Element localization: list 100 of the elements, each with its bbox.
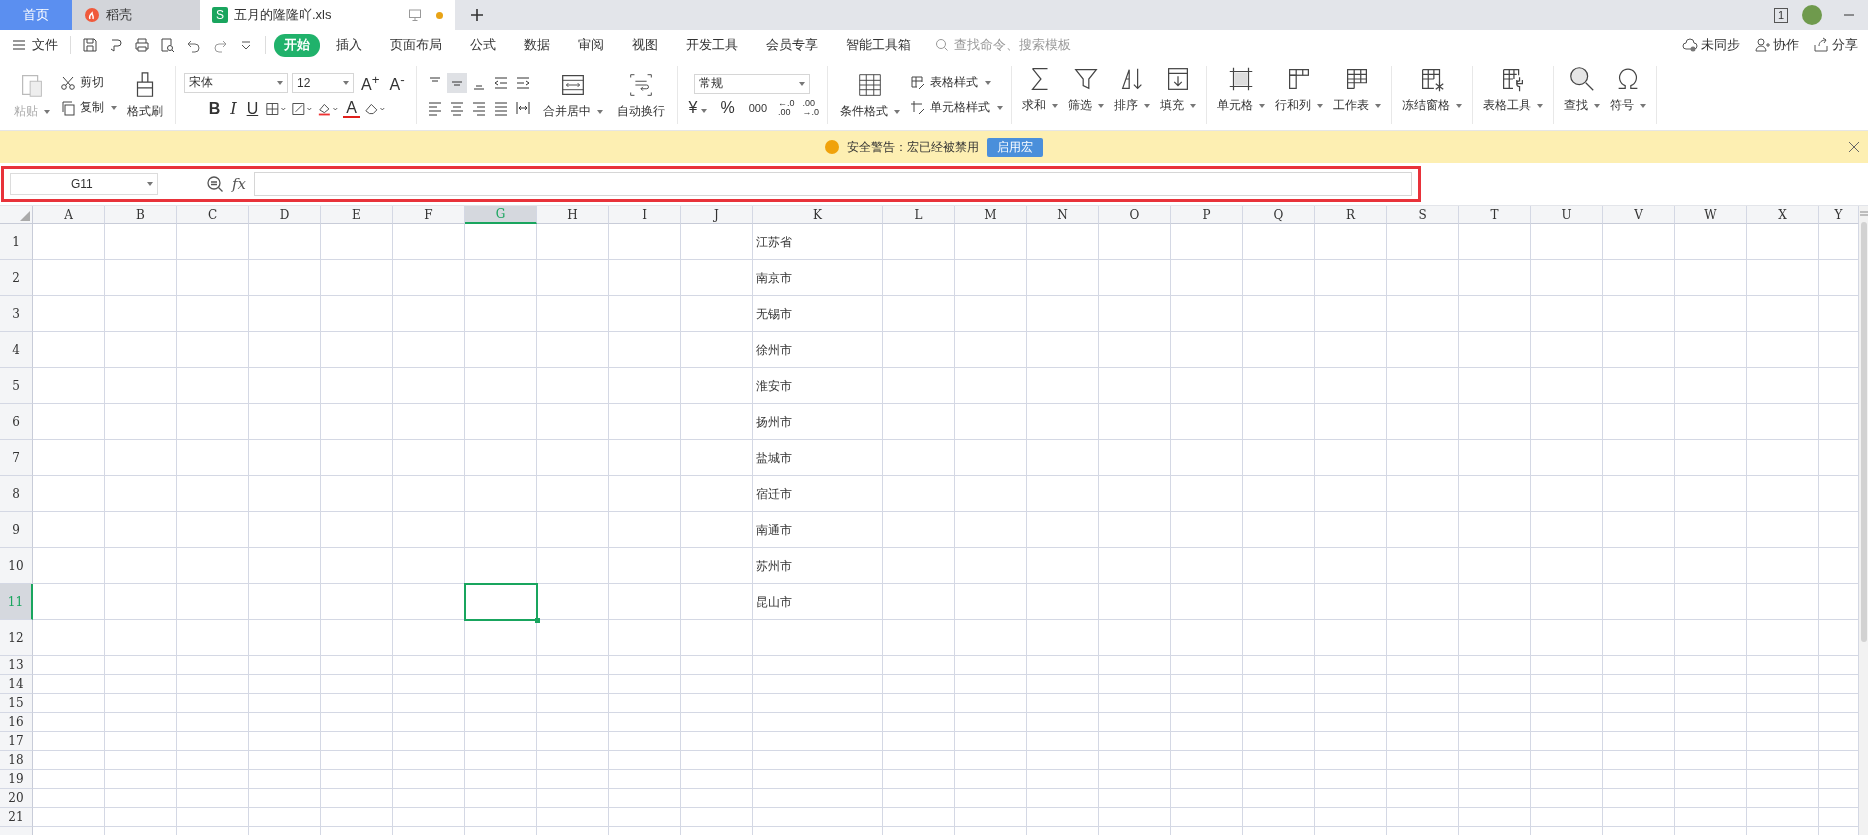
- row-header[interactable]: 18: [0, 751, 33, 770]
- column-header[interactable]: S: [1387, 206, 1459, 224]
- function-button[interactable]: fx: [232, 175, 246, 193]
- column-header[interactable]: K: [753, 206, 883, 224]
- row-header[interactable]: 14: [0, 675, 33, 694]
- copy-button[interactable]: 复制: [60, 99, 117, 116]
- column-header[interactable]: V: [1603, 206, 1675, 224]
- column-header[interactable]: M: [955, 206, 1027, 224]
- ribbon-button[interactable]: 单元格: [1215, 60, 1268, 130]
- zoom-icon[interactable]: [206, 175, 224, 193]
- ribbon-tab[interactable]: 智能工具箱: [834, 33, 923, 57]
- column-header[interactable]: C: [177, 206, 249, 224]
- column-header[interactable]: N: [1027, 206, 1099, 224]
- split-icon[interactable]: [1859, 210, 1868, 218]
- column-header[interactable]: H: [537, 206, 609, 224]
- document-tab[interactable]: 稻壳: [72, 0, 200, 30]
- increase-decimal-button[interactable]: ←.0 .00: [778, 98, 795, 117]
- row-header[interactable]: 6: [0, 404, 33, 440]
- ribbon-tab[interactable]: 审阅: [566, 33, 616, 57]
- bold-button[interactable]: B: [205, 99, 224, 118]
- row-header[interactable]: 5: [0, 368, 33, 404]
- column-header[interactable]: J: [681, 206, 753, 224]
- decrease-font-button[interactable]: A$^{-}$: [386, 71, 408, 95]
- decrease-decimal-button[interactable]: .00 →.0: [802, 98, 820, 117]
- scrollbar-thumb[interactable]: [1860, 222, 1867, 642]
- ribbon-button[interactable]: 求和: [1020, 60, 1061, 130]
- close-icon[interactable]: [1848, 141, 1860, 153]
- column-header[interactable]: A: [33, 206, 105, 224]
- column-header[interactable]: R: [1315, 206, 1387, 224]
- select-all-icon[interactable]: [20, 211, 30, 221]
- file-menu[interactable]: 文件: [12, 36, 62, 54]
- print-preview-icon[interactable]: [160, 37, 176, 53]
- italic-button[interactable]: I: [227, 99, 240, 119]
- formula-input[interactable]: [254, 172, 1412, 196]
- thousands-separator-button[interactable]: 000: [745, 101, 771, 114]
- new-tab-icon[interactable]: [469, 7, 485, 23]
- column-header[interactable]: U: [1531, 206, 1603, 224]
- row-header[interactable]: 9: [0, 512, 33, 548]
- row-header[interactable]: 17: [0, 732, 33, 751]
- ribbon-button[interactable]: 填充: [1158, 60, 1199, 130]
- column-header[interactable]: L: [883, 206, 955, 224]
- ribbon-tab[interactable]: 公式: [458, 33, 508, 57]
- row-header[interactable]: 1: [0, 224, 33, 260]
- column-header[interactable]: F: [393, 206, 465, 224]
- underline-button[interactable]: U: [243, 99, 262, 118]
- column-header[interactable]: X: [1747, 206, 1819, 224]
- ribbon-button[interactable]: 工作表: [1331, 60, 1384, 130]
- toolbar-action[interactable]: 协作: [1754, 36, 1799, 54]
- row-header[interactable]: 15: [0, 694, 33, 713]
- fill-pattern-icon[interactable]: [291, 100, 314, 117]
- ribbon-button[interactable]: 冻结窗格: [1400, 60, 1465, 130]
- row-header[interactable]: 19: [0, 770, 33, 789]
- column-header[interactable]: E: [321, 206, 393, 224]
- row-header[interactable]: 3: [0, 296, 33, 332]
- name-box[interactable]: G11: [10, 173, 158, 195]
- ribbon-tab[interactable]: 视图: [620, 33, 670, 57]
- column-header[interactable]: Y: [1819, 206, 1859, 224]
- row-header[interactable]: 13: [0, 656, 33, 675]
- toolbar-action[interactable]: 分享: [1813, 36, 1858, 54]
- row-header[interactable]: 21: [0, 808, 33, 827]
- column-header[interactable]: T: [1459, 206, 1531, 224]
- borders-icon[interactable]: [265, 100, 288, 117]
- command-search-field[interactable]: 查找命令、搜索模板: [935, 37, 1106, 53]
- column-header[interactable]: W: [1675, 206, 1747, 224]
- number-format-dropdown[interactable]: 常规: [694, 73, 811, 94]
- ribbon-button[interactable]: 行和列: [1273, 60, 1326, 130]
- ribbon-tab[interactable]: 数据: [512, 33, 562, 57]
- merge-center-button[interactable]: 合并居中: [538, 66, 607, 124]
- ribbon-button[interactable]: 表格工具: [1481, 60, 1546, 130]
- font-size-dropdown[interactable]: 12: [292, 73, 354, 93]
- active-cell-frame[interactable]: [464, 583, 538, 621]
- row-header[interactable]: 12: [0, 620, 33, 656]
- increase-font-button[interactable]: A$^{+}$: [358, 71, 383, 95]
- row-header[interactable]: 20: [0, 789, 33, 808]
- table-style-button[interactable]: 表格样式: [910, 74, 1004, 91]
- row-header[interactable]: 16: [0, 713, 33, 732]
- font-name-dropdown[interactable]: 宋体: [184, 73, 288, 93]
- column-header[interactable]: Q: [1243, 206, 1315, 224]
- wrap-text-button[interactable]: 自动换行: [612, 66, 669, 124]
- column-header[interactable]: B: [105, 206, 177, 224]
- currency-button[interactable]: ¥: [685, 98, 710, 117]
- ribbon-button[interactable]: 筛选: [1066, 60, 1107, 130]
- print-icon[interactable]: [134, 37, 150, 53]
- cell-style-button[interactable]: 单元格样式: [910, 99, 1004, 116]
- ribbon-button[interactable]: 查找: [1562, 60, 1603, 130]
- cut-button[interactable]: 剪切: [60, 74, 117, 91]
- column-header[interactable]: P: [1171, 206, 1243, 224]
- monitor-icon[interactable]: [408, 8, 422, 22]
- ribbon-tab[interactable]: 页面布局: [378, 33, 454, 57]
- font-color-button[interactable]: A: [343, 99, 360, 118]
- alignment-icon[interactable]: [446, 72, 467, 93]
- column-header[interactable]: I: [609, 206, 681, 224]
- toolbar-action[interactable]: 未同步: [1682, 36, 1740, 54]
- conditional-format-button[interactable]: 条件格式: [836, 66, 905, 124]
- export-icon[interactable]: [108, 37, 124, 53]
- row-header[interactable]: 7: [0, 440, 33, 476]
- ribbon-tab[interactable]: 会员专享: [754, 33, 830, 57]
- ribbon-button[interactable]: 符号: [1608, 60, 1649, 130]
- row-header[interactable]: 2: [0, 260, 33, 296]
- format-painter-button[interactable]: 格式刷: [123, 66, 167, 124]
